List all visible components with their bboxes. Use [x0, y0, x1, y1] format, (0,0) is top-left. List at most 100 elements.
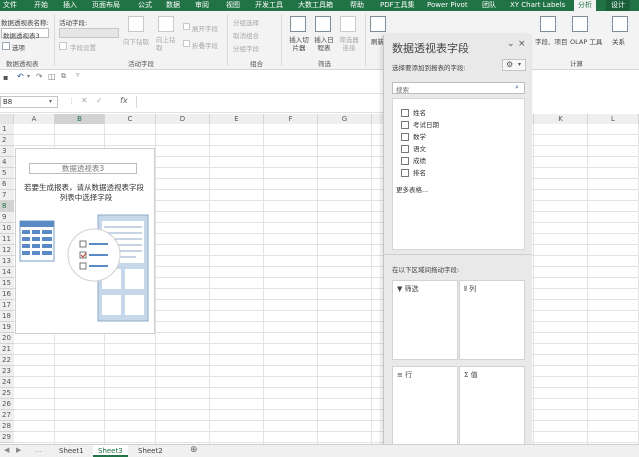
row-header[interactable]: 26 [0, 399, 14, 410]
column-header[interactable]: B [55, 114, 105, 124]
row-header[interactable]: 25 [0, 388, 14, 399]
checkbox-icon[interactable] [401, 133, 409, 141]
row-header[interactable]: 15 [0, 278, 14, 289]
row-header[interactable]: 8 [0, 201, 14, 212]
tab-analyze[interactable]: 分析 [574, 0, 596, 11]
row-header[interactable]: 1 [0, 124, 14, 135]
column-header[interactable]: F [264, 114, 318, 124]
filter-area[interactable]: ▼ 筛选 [392, 280, 458, 360]
column-header[interactable]: G [318, 114, 372, 124]
relationships-button[interactable]: 关系 [612, 36, 625, 46]
more-sheets-icon[interactable]: … [35, 446, 42, 454]
row-header[interactable]: 24 [0, 377, 14, 388]
row-header[interactable]: 16 [0, 289, 14, 300]
row-header[interactable]: 6 [0, 179, 14, 190]
column-header[interactable]: E [210, 114, 264, 124]
redo-icon[interactable]: ↷ [36, 72, 43, 81]
row-header[interactable]: 10 [0, 223, 14, 234]
tab-power-pivot[interactable]: Power Pivot [427, 0, 468, 11]
search-icon[interactable]: ⌕ [515, 83, 519, 92]
tab-developer[interactable]: 开发工具 [255, 0, 283, 11]
pivot-name-input[interactable]: 数据透视表3 [1, 28, 49, 40]
ungroup-button[interactable]: 取消组合 [233, 30, 259, 40]
undo-dropdown-icon[interactable]: ▾ [27, 73, 30, 80]
tab-page-layout[interactable]: 页面布局 [92, 0, 120, 11]
checkbox-icon[interactable] [401, 145, 409, 153]
next-sheet-icon[interactable]: ▶ [16, 446, 21, 454]
sheet-tab-sheet1[interactable]: Sheet1 [54, 445, 89, 457]
drill-down-button[interactable]: 向下钻取 [123, 36, 149, 46]
row-header[interactable]: 7 [0, 190, 14, 201]
tab-team[interactable]: 团队 [482, 0, 496, 11]
tab-review[interactable]: 审阅 [195, 0, 209, 11]
tab-toolbox[interactable]: 大数工具箱 [298, 0, 333, 11]
checkbox-icon[interactable] [401, 157, 409, 165]
tab-insert[interactable]: 插入 [63, 0, 77, 11]
rows-area[interactable]: ≡ 行 [392, 366, 458, 451]
pivot-table-placeholder[interactable]: 数据透视表3 若要生成报表，请从数据透视表字段 列表中选择字段 [15, 148, 155, 334]
row-header[interactable]: 28 [0, 421, 14, 432]
tab-help[interactable]: 帮助 [350, 0, 364, 11]
row-header[interactable]: 2 [0, 135, 14, 146]
enter-icon[interactable]: ✓ [96, 96, 103, 105]
select-all-corner[interactable] [0, 114, 14, 124]
column-header[interactable]: D [156, 114, 210, 124]
customize-qat-icon[interactable]: ▿ [76, 71, 80, 79]
expand-field-button[interactable]: 展开字段 [192, 23, 218, 33]
column-header[interactable]: A [14, 114, 55, 124]
formula-input[interactable] [136, 96, 386, 108]
row-header[interactable]: 21 [0, 344, 14, 355]
row-header[interactable]: 14 [0, 267, 14, 278]
checkbox-icon[interactable] [401, 109, 409, 117]
field-item[interactable]: 数学 [401, 131, 426, 141]
tab-view[interactable]: 视图 [226, 0, 240, 11]
tab-formulas[interactable]: 公式 [138, 0, 152, 11]
tools-button[interactable]: ⚙ ▾ [502, 59, 526, 71]
pane-dropdown-icon[interactable]: ⌄ [507, 39, 515, 49]
tab-pdf[interactable]: PDF工具集 [380, 0, 415, 11]
row-header[interactable]: 23 [0, 366, 14, 377]
name-box-dropdown-icon[interactable]: ▾ [49, 98, 52, 105]
tab-xy-chart-labels[interactable]: XY Chart Labels [510, 0, 565, 11]
row-header[interactable]: 9 [0, 212, 14, 223]
field-item[interactable]: 考试日期 [401, 119, 439, 129]
row-header[interactable]: 27 [0, 410, 14, 421]
options-button[interactable]: 选项 [12, 42, 25, 52]
sheet-tab-sheet2[interactable]: Sheet2 [133, 445, 168, 457]
column-header[interactable]: K [534, 114, 588, 124]
tab-file[interactable]: 文件 [3, 0, 17, 11]
row-header[interactable]: 12 [0, 245, 14, 256]
row-header[interactable]: 22 [0, 355, 14, 366]
row-header[interactable]: 4 [0, 157, 14, 168]
checkbox-icon[interactable] [401, 169, 409, 177]
column-header[interactable]: C [105, 114, 156, 124]
cancel-icon[interactable]: ✕ [81, 96, 88, 105]
field-search-input[interactable]: 搜索 ⌕ [392, 82, 525, 94]
row-header[interactable]: 19 [0, 322, 14, 333]
prev-sheet-icon[interactable]: ◀ [4, 446, 9, 454]
save-icon[interactable]: ▪ [3, 73, 8, 82]
insert-function-icon[interactable]: fx [120, 96, 128, 105]
field-item[interactable]: 语文 [401, 143, 426, 153]
field-item[interactable]: 排名 [401, 167, 426, 177]
print-preview-icon[interactable]: ◫ [48, 72, 56, 81]
name-box[interactable]: B8 ▾ [0, 96, 58, 108]
field-item[interactable]: 姓名 [401, 107, 426, 117]
row-header[interactable]: 5 [0, 168, 14, 179]
field-item[interactable]: 成绩 [401, 155, 426, 165]
checkbox-icon[interactable] [401, 121, 409, 129]
touch-mode-icon[interactable]: ⧉ [61, 72, 66, 81]
insert-slicer-button[interactable]: 插入切片器 [287, 36, 311, 52]
row-header[interactable]: 3 [0, 146, 14, 157]
active-field-input[interactable] [59, 28, 119, 38]
tab-home[interactable]: 开始 [34, 0, 48, 11]
filter-connections-button[interactable]: 筛选器连接 [337, 36, 361, 52]
row-header[interactable]: 17 [0, 300, 14, 311]
more-tables-link[interactable]: 更多表格... [396, 184, 428, 194]
values-area[interactable]: Σ 值 [459, 366, 525, 451]
field-settings-button[interactable]: 字段设置 [70, 42, 96, 52]
drill-up-button[interactable]: 向上钻取 [156, 36, 180, 52]
row-header[interactable]: 13 [0, 256, 14, 267]
add-sheet-icon[interactable]: ⊕ [190, 445, 198, 455]
row-header[interactable]: 11 [0, 234, 14, 245]
